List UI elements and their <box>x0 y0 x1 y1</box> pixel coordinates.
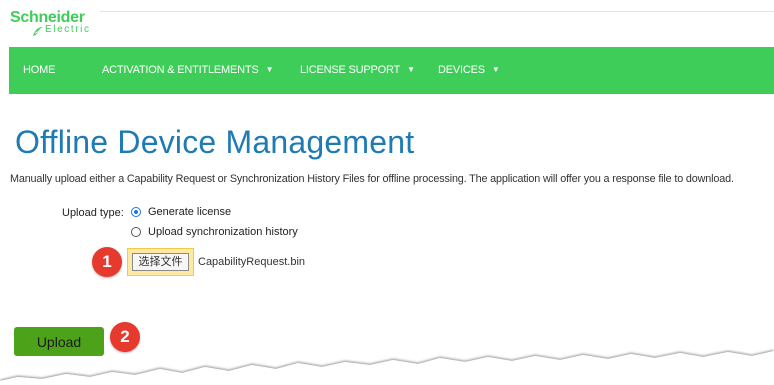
torn-edge-decoration <box>0 351 774 385</box>
